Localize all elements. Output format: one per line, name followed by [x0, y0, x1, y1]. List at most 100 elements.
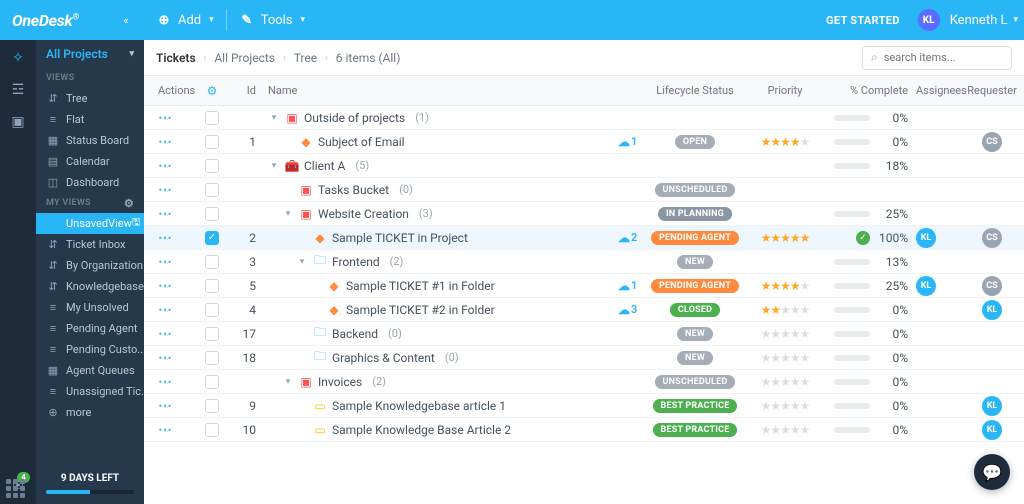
status-pill[interactable]: IN PLANNING [658, 207, 732, 221]
table-row[interactable]: ⋯ 17 🗀Backend(0) NEW ★★★★★ 0% [144, 322, 1024, 346]
row-checkbox[interactable] [205, 255, 219, 269]
priority-stars[interactable]: ★★★★★ [761, 279, 810, 293]
row-checkbox[interactable] [205, 159, 219, 173]
row-checkbox[interactable] [205, 351, 219, 365]
sidebar-view-status-board[interactable]: ▦Status Board [36, 130, 144, 151]
table-row[interactable]: ⋯ ✓ 2 ◆Sample TICKET in Project ☁2 PENDI… [144, 226, 1024, 250]
gear-icon[interactable]: ⚙ [207, 84, 218, 98]
expand-toggle-icon[interactable]: ▾ [268, 161, 280, 171]
item-name[interactable]: Sample Knowledge Base Article 2 [332, 423, 511, 437]
item-name[interactable]: Sample TICKET #1 in Folder [346, 279, 495, 293]
row-actions-menu[interactable]: ⋯ [158, 134, 173, 150]
col-requester[interactable]: Requester [966, 84, 1024, 97]
row-checkbox[interactable] [205, 303, 219, 317]
table-row[interactable]: ⋯ ▾▣Invoices(2) UNSCHEDULED ★★★★★ 0% [144, 370, 1024, 394]
col-pct[interactable]: % Complete [822, 84, 912, 97]
views-config-icon[interactable]: ⚙ [124, 197, 134, 210]
priority-stars[interactable]: ★★★★★ [761, 423, 810, 437]
table-row[interactable]: ⋯ 5 ◆Sample TICKET #1 in Folder ☁1 PENDI… [144, 274, 1024, 298]
sidebar-myview-4[interactable]: ≡My Unsolved [36, 297, 144, 318]
row-actions-menu[interactable]: ⋯ [158, 374, 173, 390]
item-name[interactable]: Invoices [318, 375, 362, 389]
item-name[interactable]: Sample TICKET in Project [332, 231, 468, 245]
rail-tasks-icon[interactable]: ☲ [12, 82, 25, 98]
table-row[interactable]: ⋯ 3 ▾🗀Frontend(2) NEW 13% [144, 250, 1024, 274]
row-actions-menu[interactable]: ⋯ [158, 254, 173, 270]
row-actions-menu[interactable]: ⋯ [158, 350, 173, 366]
requester-avatar[interactable]: CS [982, 276, 1002, 296]
expand-toggle-icon[interactable]: ▾ [282, 209, 294, 219]
collapse-sidebar-icon[interactable]: « [114, 14, 138, 27]
user-menu[interactable]: Kenneth L ▾ [944, 0, 1024, 40]
status-pill[interactable]: NEW [677, 255, 713, 269]
status-pill[interactable]: UNSCHEDULED [655, 375, 736, 389]
row-checkbox[interactable] [205, 135, 219, 149]
col-priority[interactable]: Priority [748, 84, 822, 97]
row-checkbox[interactable] [205, 279, 219, 293]
apps-grid-icon[interactable] [6, 479, 25, 498]
requester-avatar[interactable]: KL [982, 420, 1002, 440]
item-name[interactable]: Outside of projects [304, 111, 405, 125]
col-assignees[interactable]: Assignees [912, 84, 966, 97]
row-actions-menu[interactable]: ⋯ [158, 182, 173, 198]
chat-fab[interactable]: 💬 [974, 454, 1010, 490]
save-view-icon[interactable]: 🖫 [132, 215, 141, 232]
priority-stars[interactable]: ★★★★★ [761, 303, 810, 317]
row-checkbox[interactable] [205, 399, 219, 413]
sidebar-myview-3[interactable]: ⇵Knowledgebase [36, 276, 144, 297]
sidebar-view-tree[interactable]: ⇵Tree [36, 88, 144, 109]
expand-toggle-icon[interactable]: ▾ [268, 113, 280, 123]
sidebar-view-dashboard[interactable]: ◫Dashboard [36, 172, 144, 193]
sidebar-myview-9[interactable]: ⊕more [36, 402, 144, 423]
requester-avatar[interactable]: CS [982, 228, 1002, 248]
table-row[interactable]: ⋯ 9 ▭Sample Knowledgebase article 1 BEST… [144, 394, 1024, 418]
priority-stars[interactable]: ★★★★★ [761, 399, 810, 413]
table-row[interactable]: ⋯ 4 ◆Sample TICKET #2 in Folder ☁3 CLOSE… [144, 298, 1024, 322]
sidebar-myview-7[interactable]: ▦Agent Queues [36, 360, 144, 381]
status-pill[interactable]: OPEN [675, 135, 715, 149]
row-actions-menu[interactable]: ⋯ [158, 230, 173, 246]
requester-avatar[interactable]: KL [982, 396, 1002, 416]
table-row[interactable]: ⋯ ▣Tasks Bucket(0) UNSCHEDULED [144, 178, 1024, 202]
expand-toggle-icon[interactable]: ▾ [296, 257, 308, 267]
conversation-count[interactable]: ☁3 [618, 303, 638, 317]
conversation-count[interactable]: ☁1 [618, 135, 638, 149]
status-pill[interactable]: PENDING AGENT [651, 231, 739, 245]
item-name[interactable]: Website Creation [318, 207, 409, 221]
item-name[interactable]: Backend [332, 327, 378, 341]
row-checkbox[interactable] [205, 327, 219, 341]
item-name[interactable]: Graphics & Content [332, 351, 435, 365]
row-actions-menu[interactable]: ⋯ [158, 278, 173, 294]
status-pill[interactable]: PENDING AGENT [651, 279, 739, 293]
sidebar-myview-2[interactable]: ⇵By Organization [36, 255, 144, 276]
row-checkbox[interactable] [205, 207, 219, 221]
col-name[interactable]: Name [264, 84, 614, 97]
assignee-avatar[interactable]: KL [916, 276, 936, 296]
row-checkbox[interactable] [205, 183, 219, 197]
table-row[interactable]: ⋯ 10 ▭Sample Knowledge Base Article 2 BE… [144, 418, 1024, 442]
logo[interactable]: OneDesk® [12, 11, 79, 30]
sidebar-view-calendar[interactable]: ▤Calendar [36, 151, 144, 172]
row-checkbox[interactable] [205, 423, 219, 437]
all-projects-selector[interactable]: All Projects ▾ [36, 40, 144, 68]
conversation-count[interactable]: ☁2 [618, 231, 638, 245]
priority-stars[interactable]: ★★★★★ [761, 375, 810, 389]
priority-stars[interactable]: ★★★★★ [761, 135, 810, 149]
table-row[interactable]: ⋯ ▾🧰Client A(5) 18% [144, 154, 1024, 178]
status-pill[interactable]: BEST PRACTICE [653, 399, 738, 413]
get-started-button[interactable]: GET STARTED [812, 14, 914, 27]
status-pill[interactable]: UNSCHEDULED [655, 183, 736, 197]
user-avatar[interactable]: KL [918, 9, 940, 31]
row-actions-menu[interactable]: ⋯ [158, 158, 173, 174]
requester-avatar[interactable]: CS [982, 132, 1002, 152]
row-actions-menu[interactable]: ⋯ [158, 398, 173, 414]
item-name[interactable]: Tasks Bucket [318, 183, 389, 197]
row-actions-menu[interactable]: ⋯ [158, 302, 173, 318]
item-name[interactable]: Sample TICKET #2 in Folder [346, 303, 495, 317]
item-name[interactable]: Subject of Email [318, 135, 405, 149]
crumb-tickets[interactable]: Tickets [156, 51, 196, 65]
expand-toggle-icon[interactable]: ▾ [282, 377, 294, 387]
status-pill[interactable]: NEW [677, 327, 713, 341]
conversation-count[interactable]: ☁1 [618, 279, 638, 293]
row-checkbox[interactable]: ✓ [205, 231, 219, 245]
